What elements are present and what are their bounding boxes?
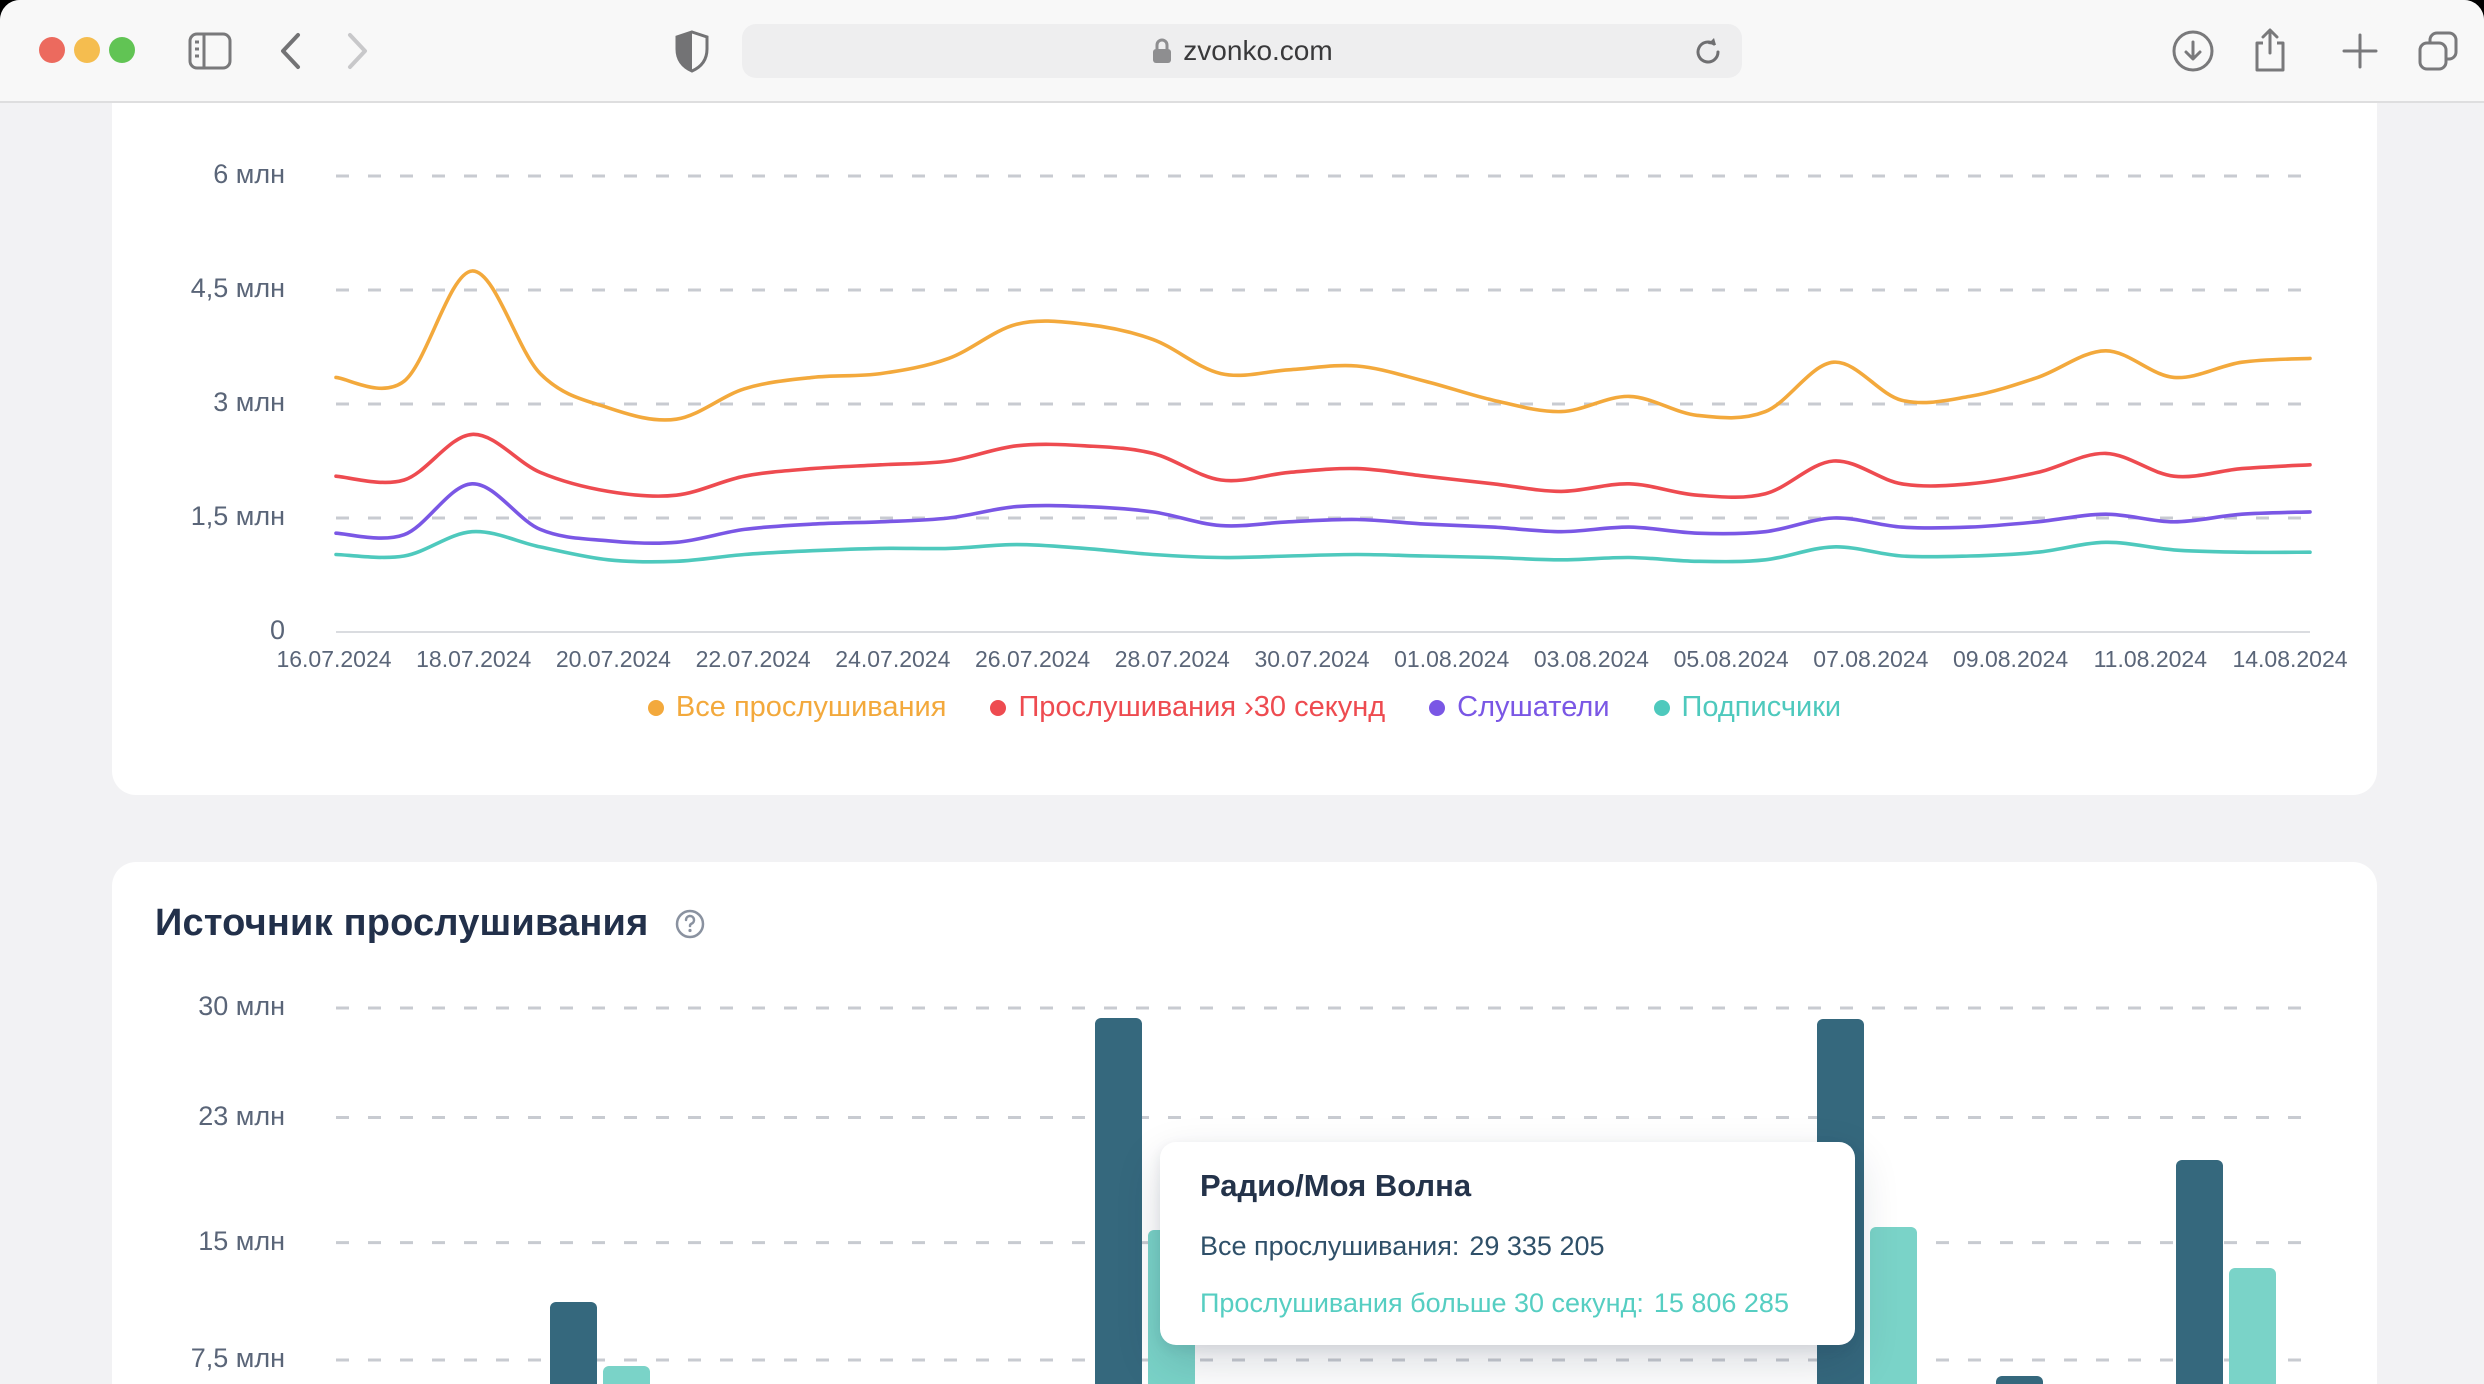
share-button[interactable] (2246, 0, 2294, 101)
line-series (336, 484, 2310, 543)
legend-dot-icon (1654, 700, 1670, 716)
y-axis-tick: 30 млн (112, 991, 285, 1022)
y-axis-tick: 4,5 млн (112, 273, 285, 304)
x-axis-tick: 05.08.2024 (1661, 646, 1801, 673)
tooltip-title: Радио/Моя Волна (1200, 1168, 1815, 1204)
minimize-window-button[interactable] (74, 37, 100, 63)
browser-toolbar: zvonko.com (0, 0, 2484, 103)
y-axis-tick: 1,5 млн (112, 501, 285, 532)
x-axis-tick: 24.07.2024 (823, 646, 963, 673)
bar-light[interactable] (1870, 1227, 1917, 1384)
tooltip-over30-listens: Прослушивания больше 30 секунд: 15 806 28… (1200, 1288, 1815, 1319)
reload-button[interactable] (1688, 35, 1728, 69)
legend-label: Слушатели (1457, 691, 1609, 724)
back-button[interactable] (268, 0, 312, 101)
bar-light[interactable] (603, 1366, 650, 1384)
x-axis-tick: 03.08.2024 (1521, 646, 1661, 673)
forward-button[interactable] (336, 0, 380, 101)
y-axis-tick: 15 млн (112, 1226, 285, 1257)
x-axis-tick: 01.08.2024 (1382, 646, 1522, 673)
x-axis-tick: 26.07.2024 (963, 646, 1103, 673)
legend-dot-icon (1429, 700, 1445, 716)
download-icon (2171, 29, 2215, 73)
shield-icon (674, 29, 710, 73)
window-controls (39, 37, 135, 63)
chevron-left-icon (277, 31, 303, 71)
lock-icon (1151, 37, 1173, 65)
y-axis-tick: 6 млн (112, 159, 285, 190)
tab-overview-icon (2416, 29, 2460, 73)
share-icon (2250, 27, 2290, 75)
x-axis-tick: 09.08.2024 (1941, 646, 2081, 673)
legend-item[interactable]: Подписчики (1654, 691, 1842, 724)
privacy-report-button[interactable] (668, 0, 716, 101)
bar-tooltip: Радио/Моя Волна Все прослушивания: 29 335… (1160, 1142, 1855, 1345)
legend-item[interactable]: Все прослушивания (648, 691, 947, 724)
x-axis-tick: 07.08.2024 (1801, 646, 1941, 673)
sidebar-icon (187, 31, 233, 71)
tooltip-all-label: Все прослушивания: (1200, 1231, 1459, 1261)
line-series (336, 271, 2310, 420)
tooltip-all-value: 29 335 205 (1469, 1231, 1604, 1261)
y-axis-tick: 7,5 млн (112, 1343, 285, 1374)
tooltip-over30-label: Прослушивания больше 30 секунд: (1200, 1288, 1644, 1318)
plus-icon (2342, 33, 2378, 69)
legend-dot-icon (648, 700, 664, 716)
x-axis-tick: 30.07.2024 (1242, 646, 1382, 673)
listens-chart-card: 6 млн 4,5 млн 3 млн 1,5 млн 0 16.07.202418.0… (112, 103, 2377, 795)
downloads-button[interactable] (2169, 0, 2217, 101)
legend-item[interactable]: Прослушивания ›30 секунд (990, 691, 1385, 724)
sources-chart-card: Источник прослушивания 30 млн23 млн15 мл… (112, 862, 2377, 1384)
x-axis-tick: 16.07.2024 (264, 646, 404, 673)
address-text: zvonko.com (1183, 35, 1332, 67)
legend-label: Прослушивания ›30 секунд (1018, 691, 1385, 724)
x-axis-tick: 11.08.2024 (2080, 646, 2220, 673)
tab-overview-button[interactable] (2412, 0, 2464, 101)
new-tab-button[interactable] (2336, 0, 2384, 101)
legend-item[interactable]: Слушатели (1429, 691, 1609, 724)
legend-label: Подписчики (1682, 691, 1842, 724)
reload-icon (1693, 37, 1723, 67)
close-window-button[interactable] (39, 37, 65, 63)
bar-dark[interactable] (1095, 1018, 1142, 1384)
chevron-right-icon (345, 31, 371, 71)
bar-dark[interactable] (1996, 1376, 2043, 1384)
zoom-window-button[interactable] (109, 37, 135, 63)
tooltip-all-listens: Все прослушивания: 29 335 205 (1200, 1231, 1815, 1262)
x-axis-tick: 20.07.2024 (543, 646, 683, 673)
bar-light[interactable] (2229, 1268, 2276, 1384)
sidebar-toggle-button[interactable] (186, 0, 234, 101)
chart-legend: Все прослушивания Прослушивания ›30 секун… (112, 691, 2377, 724)
y-axis-tick: 3 млн (112, 387, 285, 418)
bar-dark[interactable] (550, 1302, 597, 1384)
line-series (336, 532, 2310, 562)
bar-dark[interactable] (2176, 1160, 2223, 1384)
x-axis-tick: 28.07.2024 (1102, 646, 1242, 673)
y-axis-tick: 23 млн (112, 1101, 285, 1132)
safari-window: zvonko.com (0, 0, 2484, 1384)
legend-label: Все прослушивания (676, 691, 947, 724)
x-axis-tick: 22.07.2024 (683, 646, 823, 673)
x-axis-tick: 18.07.2024 (404, 646, 544, 673)
tooltip-over30-value: 15 806 285 (1654, 1288, 1789, 1318)
address-bar[interactable]: zvonko.com (742, 24, 1742, 78)
x-axis-tick: 14.08.2024 (2220, 646, 2360, 673)
line-series (336, 434, 2310, 497)
y-axis-tick: 0 (112, 615, 285, 646)
legend-dot-icon (990, 700, 1006, 716)
